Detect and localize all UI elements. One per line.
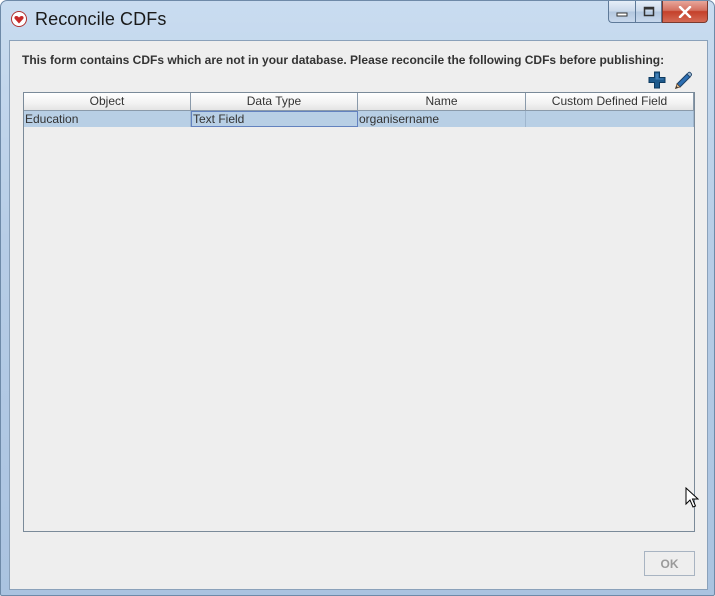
table-row[interactable]: Education Text Field organisername [24, 111, 694, 127]
mouse-cursor-icon [685, 487, 699, 508]
cdf-table: Object Data Type Name Custom Defined Fie… [23, 92, 695, 532]
table-header: Object Data Type Name Custom Defined Fie… [24, 93, 694, 111]
cell-name[interactable]: organisername [358, 111, 526, 127]
column-header-object[interactable]: Object [24, 93, 191, 111]
minimize-button[interactable] [608, 1, 635, 23]
cell-custom-defined-field[interactable] [526, 111, 694, 127]
close-icon [678, 5, 692, 18]
column-header-custom-defined-field[interactable]: Custom Defined Field [526, 93, 694, 111]
cell-data-type[interactable]: Text Field [191, 111, 358, 127]
app-icon [11, 11, 27, 27]
ok-button[interactable]: OK [644, 551, 695, 576]
dialog-content: This form contains CDFs which are not in… [9, 40, 708, 590]
cell-object[interactable]: Education [24, 111, 191, 127]
column-header-name[interactable]: Name [358, 93, 526, 111]
maximize-icon [643, 6, 654, 17]
maximize-button[interactable] [635, 1, 662, 23]
title-bar[interactable]: Reconcile CDFs [1, 1, 714, 39]
column-header-data-type[interactable]: Data Type [191, 93, 358, 111]
plus-icon [648, 71, 666, 89]
instruction-message: This form contains CDFs which are not in… [22, 53, 665, 67]
minimize-icon [616, 12, 628, 16]
window-title: Reconcile CDFs [35, 9, 167, 29]
dialog-window: Reconcile CDFs This form contains CDFs w… [0, 0, 715, 596]
pencil-icon [674, 71, 693, 90]
add-cdf-button[interactable] [646, 69, 668, 91]
caption-buttons [608, 1, 708, 23]
close-button[interactable] [662, 1, 708, 23]
edit-cdf-button[interactable] [672, 69, 694, 91]
